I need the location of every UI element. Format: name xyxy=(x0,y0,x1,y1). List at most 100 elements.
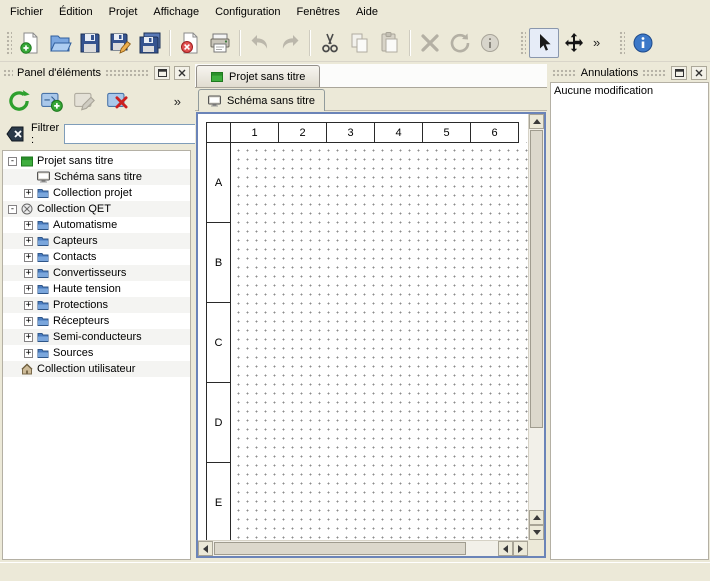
redo-button[interactable] xyxy=(275,28,305,58)
new-element-button[interactable] xyxy=(37,86,67,116)
elements-tree[interactable]: - Projet sans titre Schéma sans titre + … xyxy=(2,150,191,560)
tree-item-collection-qet[interactable]: - Collection QET xyxy=(3,201,190,217)
diagram-canvas[interactable]: 1 2 3 4 5 6 A B C D E xyxy=(198,114,528,540)
tree-item-recepteurs[interactable]: + Récepteurs xyxy=(3,313,190,329)
tree-item-convertisseurs[interactable]: + Convertisseurs xyxy=(3,265,190,281)
dock-grip[interactable] xyxy=(3,69,13,77)
horizontal-scroll-thumb[interactable] xyxy=(214,542,466,555)
tree-item-protections[interactable]: + Protections xyxy=(3,297,190,313)
expand-expander-icon[interactable]: + xyxy=(24,237,33,246)
expand-expander-icon[interactable]: + xyxy=(24,333,33,342)
tree-item-label: Haute tension xyxy=(53,283,121,295)
select-mode-button[interactable] xyxy=(529,28,559,58)
about-button[interactable] xyxy=(628,28,658,58)
reload-collections-button[interactable] xyxy=(4,86,34,116)
edit-element-button[interactable] xyxy=(70,86,100,116)
float-dock-button[interactable] xyxy=(154,66,170,80)
conductor-info-button[interactable] xyxy=(475,28,505,58)
tree-item-label: Schéma sans titre xyxy=(54,171,142,183)
scroll-up-button[interactable] xyxy=(529,510,544,525)
menu-projet[interactable]: Projet xyxy=(101,2,146,22)
cut-button[interactable] xyxy=(315,28,345,58)
tree-item-collection-utilisateur[interactable]: Collection utilisateur xyxy=(3,361,190,377)
column-header: 4 xyxy=(374,122,423,143)
tree-item-contacts[interactable]: + Contacts xyxy=(3,249,190,265)
diagram-grid[interactable] xyxy=(230,142,528,540)
menu-affichage[interactable]: Affichage xyxy=(145,2,207,22)
elements-panel-titlebar[interactable]: Panel d'éléments xyxy=(0,64,193,82)
toolbar-grip[interactable] xyxy=(6,31,12,55)
collapse-expander-icon[interactable]: - xyxy=(8,157,17,166)
undo-button[interactable] xyxy=(245,28,275,58)
save-button[interactable] xyxy=(75,28,105,58)
toolbar-overflow-button[interactable]: » xyxy=(589,33,604,52)
close-file-button[interactable] xyxy=(175,28,205,58)
undo-history-list[interactable]: Aucune modification xyxy=(550,82,709,560)
scroll-right-button[interactable] xyxy=(513,541,528,556)
tab-projet-sans-titre[interactable]: Projet sans titre xyxy=(196,65,320,87)
expand-expander-icon[interactable]: + xyxy=(24,285,33,294)
tree-item-haute-tension[interactable]: + Haute tension xyxy=(3,281,190,297)
vertical-scrollbar[interactable] xyxy=(528,114,544,540)
down-arrow-icon xyxy=(533,530,541,535)
menu-aide[interactable]: Aide xyxy=(348,2,386,22)
toolbar-separator xyxy=(239,30,241,56)
close-dock-button[interactable] xyxy=(691,66,707,80)
panel-overflow-button[interactable]: » xyxy=(170,92,185,111)
expand-expander-icon[interactable]: + xyxy=(24,221,33,230)
expand-expander-icon[interactable]: + xyxy=(24,189,33,198)
menu-fenetres[interactable]: Fenêtres xyxy=(289,2,348,22)
toolbar-grip[interactable] xyxy=(520,31,526,55)
expand-expander-icon[interactable]: + xyxy=(24,269,33,278)
save-all-button[interactable] xyxy=(135,28,165,58)
dock-grip[interactable] xyxy=(552,69,577,77)
expand-expander-icon[interactable]: + xyxy=(24,317,33,326)
rotate-button[interactable] xyxy=(445,28,475,58)
vertical-scroll-thumb[interactable] xyxy=(530,130,543,428)
toolbar-grip[interactable] xyxy=(619,31,625,55)
tree-item-sources[interactable]: + Sources xyxy=(3,345,190,361)
scroll-down-button[interactable] xyxy=(529,525,544,540)
rotate-icon xyxy=(448,31,472,55)
up-arrow-icon xyxy=(533,119,541,124)
expand-expander-icon[interactable]: + xyxy=(24,301,33,310)
schema-icon xyxy=(208,95,221,107)
new-document-button[interactable] xyxy=(15,28,45,58)
menu-configuration[interactable]: Configuration xyxy=(207,2,288,22)
open-button[interactable] xyxy=(45,28,75,58)
edit-element-icon xyxy=(72,88,98,114)
print-button[interactable] xyxy=(205,28,235,58)
tree-item-schema-sans-titre[interactable]: Schéma sans titre xyxy=(3,169,190,185)
float-dock-button[interactable] xyxy=(671,66,687,80)
tree-item-semi-conducteurs[interactable]: + Semi-conducteurs xyxy=(3,329,190,345)
tree-item-collection-projet[interactable]: + Collection projet xyxy=(3,185,190,201)
horizontal-scrollbar[interactable] xyxy=(198,540,528,556)
clear-filter-button[interactable] xyxy=(4,122,26,146)
dock-grip[interactable] xyxy=(642,69,667,77)
collapse-expander-icon[interactable]: - xyxy=(8,205,17,214)
undo-panel-titlebar[interactable]: Annulations xyxy=(549,64,710,82)
tree-item-automatisme[interactable]: + Automatisme xyxy=(3,217,190,233)
schema-tab-label: Schéma sans titre xyxy=(227,95,315,107)
dock-grip[interactable] xyxy=(105,69,150,77)
copy-button[interactable] xyxy=(345,28,375,58)
menu-fichier[interactable]: Fichier xyxy=(2,2,51,22)
paste-button[interactable] xyxy=(375,28,405,58)
tree-item-projet-sans-titre[interactable]: - Projet sans titre xyxy=(3,153,190,169)
close-dock-button[interactable] xyxy=(174,66,190,80)
delete-element-button[interactable] xyxy=(103,86,133,116)
filter-input[interactable] xyxy=(64,124,214,144)
expand-expander-icon[interactable]: + xyxy=(24,349,33,358)
diagram-corner-cell xyxy=(206,122,231,143)
move-mode-button[interactable] xyxy=(559,28,589,58)
scroll-left-button[interactable] xyxy=(498,541,513,556)
tab-schema-sans-titre[interactable]: Schéma sans titre xyxy=(198,89,325,111)
menu-edition[interactable]: Édition xyxy=(51,2,101,22)
save-as-button[interactable] xyxy=(105,28,135,58)
scroll-up-button[interactable] xyxy=(529,114,544,129)
scroll-left-button[interactable] xyxy=(198,541,213,556)
expand-expander-icon[interactable]: + xyxy=(24,253,33,262)
tree-item-capteurs[interactable]: + Capteurs xyxy=(3,233,190,249)
qet-collection-icon xyxy=(21,203,33,215)
delete-button[interactable] xyxy=(415,28,445,58)
